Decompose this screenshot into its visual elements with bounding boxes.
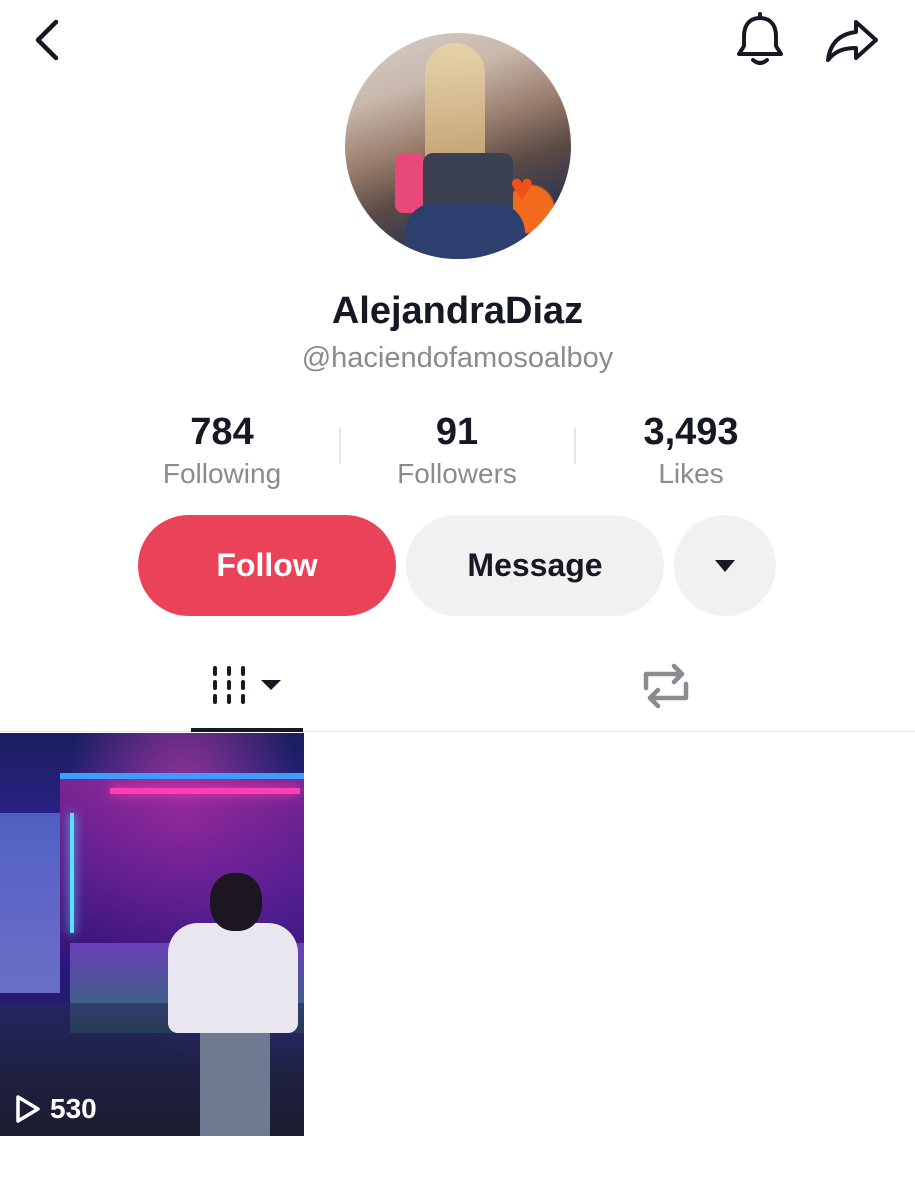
following-count: 784 <box>190 411 254 453</box>
view-count-value: 530 <box>50 1093 97 1124</box>
stat-divider <box>574 428 576 464</box>
likes-count: 3,493 <box>643 411 739 453</box>
play-outline-icon <box>16 1095 40 1123</box>
video-thumbnail[interactable]: 530 <box>0 733 304 1136</box>
followers-count: 91 <box>435 411 479 453</box>
chevron-left-icon <box>35 19 59 61</box>
active-tab-indicator <box>191 728 303 732</box>
share-arrow-icon <box>826 20 878 62</box>
avatar-bag <box>395 153 425 213</box>
likes-label: Likes <box>658 458 724 489</box>
message-button[interactable]: Message <box>406 515 664 616</box>
tab-reposts[interactable] <box>610 640 722 732</box>
thumb-person-shirt <box>168 923 298 1033</box>
back-button[interactable] <box>20 12 76 68</box>
caret-down-icon <box>715 559 735 572</box>
thumb-neon-light <box>70 813 74 933</box>
tab-videos[interactable] <box>191 640 303 732</box>
following-label: Following <box>162 458 282 489</box>
thumb-person-legs <box>200 1033 270 1136</box>
thumb-neon-light <box>110 788 300 794</box>
avatar-jeans <box>405 203 525 259</box>
repost-icon <box>643 663 689 709</box>
bell-icon <box>737 12 783 65</box>
profile-stats: 784 Following 91 Followers 3,493 Likes <box>0 410 915 500</box>
display-name: AlejandraDiaz <box>331 290 584 332</box>
following-stat[interactable]: 784 Following <box>122 410 322 492</box>
notifications-button[interactable] <box>728 8 792 72</box>
view-count: 530 <box>14 1093 97 1125</box>
share-button[interactable] <box>818 10 886 70</box>
followers-stat[interactable]: 91 Followers <box>357 410 557 492</box>
stat-divider <box>339 428 341 464</box>
grid-bars-icon <box>213 666 281 704</box>
fire-heart-sticker: ♥ <box>510 166 534 210</box>
profile-tabs <box>0 640 915 732</box>
likes-stat[interactable]: 3,493 Likes <box>591 410 791 492</box>
followers-label: Followers <box>397 458 517 489</box>
username-handle: @haciendofamosoalboy <box>301 342 614 374</box>
follow-button[interactable]: Follow <box>138 515 396 616</box>
more-options-button[interactable] <box>674 515 776 616</box>
avatar[interactable]: ♥ <box>345 33 571 259</box>
thumb-person-head <box>210 873 262 931</box>
thumb-wall <box>0 813 60 993</box>
